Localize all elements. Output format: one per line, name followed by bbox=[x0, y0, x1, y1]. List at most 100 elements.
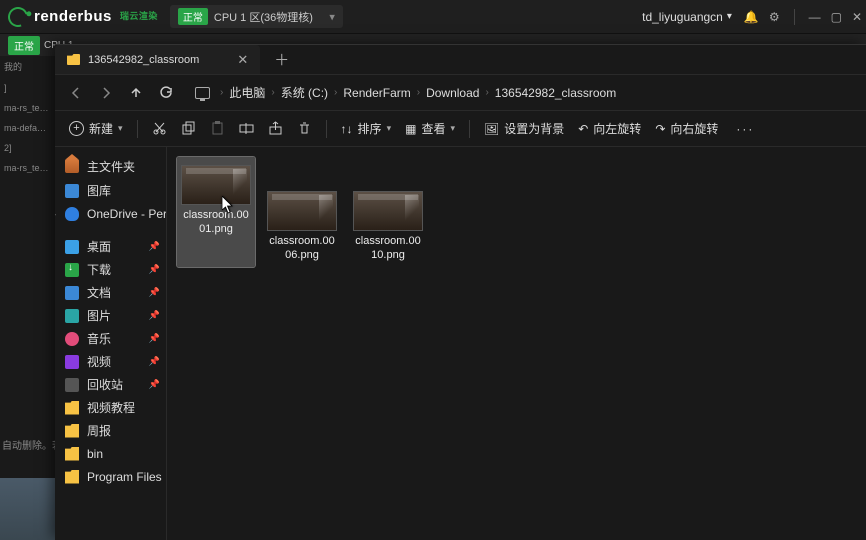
set-background-button[interactable]: 🖼 设置为背景 bbox=[484, 120, 564, 137]
nav-label: 周报 bbox=[87, 422, 111, 439]
nav-downloads[interactable]: 下载 📌 bbox=[55, 258, 166, 281]
chevron-down-icon: ▾ bbox=[450, 123, 455, 134]
breadcrumb-item[interactable]: Download bbox=[426, 86, 479, 100]
view-label: 查看 bbox=[421, 120, 445, 137]
tab-title: 136542982_classroom bbox=[88, 54, 199, 66]
close-tab-button[interactable]: ✕ bbox=[237, 52, 248, 68]
view-icon: ▦ bbox=[405, 122, 416, 136]
sort-icon: ↑↓ bbox=[341, 122, 353, 136]
refresh-button[interactable] bbox=[155, 82, 177, 104]
delete-button[interactable] bbox=[297, 121, 312, 136]
back-button[interactable] bbox=[65, 82, 87, 104]
paste-button[interactable] bbox=[210, 121, 225, 136]
explorer-tab[interactable]: 136542982_classroom ✕ bbox=[55, 45, 260, 74]
nav-folder-4[interactable]: Program Files bbox=[55, 465, 166, 488]
folder-icon bbox=[65, 401, 79, 415]
brand-logo-icon bbox=[5, 3, 32, 30]
file-item[interactable]: classroom.0010.png bbox=[349, 157, 427, 267]
nav-documents[interactable]: 文档📌 bbox=[55, 281, 166, 304]
nav-gallery[interactable]: 图库 bbox=[55, 179, 166, 202]
nav-folder-1[interactable]: 视频教程 bbox=[55, 396, 166, 419]
rb-side-item[interactable]: 2] bbox=[4, 143, 51, 153]
chevron-down-icon: ▾ bbox=[329, 10, 335, 23]
rotate-right-button[interactable]: ↷ 向右旋转 bbox=[655, 120, 718, 137]
cut-button[interactable] bbox=[152, 121, 167, 136]
copy-button[interactable] bbox=[181, 121, 196, 136]
new-label: 新建 bbox=[89, 120, 113, 137]
nav-folder-3[interactable]: bin bbox=[55, 442, 166, 465]
rotate-right-icon: ↷ bbox=[655, 122, 665, 136]
breadcrumb-item[interactable]: 136542982_classroom bbox=[495, 86, 616, 100]
nav-recycle[interactable]: 回收站📌 bbox=[55, 373, 166, 396]
rb-side-item[interactable]: ma-default… bbox=[4, 123, 51, 133]
nav-desktop[interactable]: 桌面📌 bbox=[55, 235, 166, 258]
breadcrumb-item[interactable]: RenderFarm bbox=[343, 86, 410, 100]
nav-label: 视频教程 bbox=[87, 399, 135, 416]
up-button[interactable] bbox=[125, 82, 147, 104]
nav-music[interactable]: 音乐📌 bbox=[55, 327, 166, 350]
file-item[interactable]: classroom.0001.png bbox=[177, 157, 255, 267]
chevron-right-icon: › bbox=[417, 87, 420, 98]
nav-label: 下载 bbox=[87, 261, 111, 278]
explorer-tabstrip: 136542982_classroom ✕ ＋ bbox=[55, 45, 866, 75]
nav-label: OneDrive - Per bbox=[87, 207, 167, 221]
rb-side-item[interactable]: ma-rs_test_… bbox=[4, 103, 51, 113]
nav-folder-2[interactable]: 周报 bbox=[55, 419, 166, 442]
cpu-region-label: CPU 1 区(36物理核) bbox=[214, 9, 313, 25]
nav-videos[interactable]: 视频📌 bbox=[55, 350, 166, 373]
maximize-button[interactable]: ▢ bbox=[831, 10, 842, 24]
bell-icon[interactable]: 🔔 bbox=[744, 10, 759, 24]
pin-icon: 📌 bbox=[149, 333, 160, 344]
username: td_liyuguangcn bbox=[642, 10, 723, 24]
plus-icon: + bbox=[69, 121, 84, 136]
cpu-region-select[interactable]: 正常 CPU 1 区(36物理核) ▾ bbox=[170, 5, 343, 28]
pc-icon bbox=[195, 87, 210, 99]
rb-side-item[interactable]: ] bbox=[4, 83, 51, 93]
forward-button[interactable] bbox=[95, 82, 117, 104]
pin-icon: 📌 bbox=[149, 356, 160, 367]
nav-onedrive[interactable]: ›OneDrive - Per bbox=[55, 202, 166, 225]
rotate-left-button[interactable]: ↶ 向左旋转 bbox=[578, 120, 641, 137]
pin-icon: 📌 bbox=[149, 264, 160, 275]
share-button[interactable] bbox=[268, 121, 283, 136]
close-button[interactable]: ✕ bbox=[852, 10, 862, 24]
gear-icon[interactable]: ⚙ bbox=[769, 10, 780, 24]
folder-icon bbox=[65, 447, 79, 461]
user-menu[interactable]: td_liyuguangcn ▾ bbox=[642, 10, 732, 24]
chevron-right-icon: › bbox=[220, 87, 223, 98]
minimize-button[interactable]: — bbox=[809, 10, 821, 24]
separator bbox=[469, 120, 470, 138]
breadcrumb-item[interactable]: 系统 (C:) bbox=[281, 84, 328, 101]
rb-preview-thumb bbox=[0, 478, 55, 540]
folder-icon bbox=[65, 470, 79, 484]
view-button[interactable]: ▦ 查看 ▾ bbox=[405, 120, 455, 137]
nav-pictures[interactable]: 图片📌 bbox=[55, 304, 166, 327]
separator bbox=[137, 120, 138, 138]
rb-tab-status[interactable]: 正常 bbox=[8, 36, 40, 55]
pin-icon: 📌 bbox=[149, 241, 160, 252]
breadcrumb-item[interactable]: 此电脑 bbox=[229, 84, 265, 101]
picture-icon bbox=[65, 309, 79, 323]
nav-label: Program Files bbox=[87, 470, 162, 484]
rb-side-item[interactable]: ma-rs_test_… bbox=[4, 163, 51, 173]
file-thumbnail bbox=[353, 191, 423, 231]
nav-label: 图库 bbox=[87, 182, 111, 199]
new-tab-button[interactable]: ＋ bbox=[274, 49, 289, 70]
new-button[interactable]: + 新建 ▾ bbox=[69, 120, 123, 137]
more-button[interactable]: ··· bbox=[736, 122, 754, 136]
divider bbox=[794, 9, 795, 25]
desktop-icon bbox=[65, 240, 79, 254]
nav-label: 图片 bbox=[87, 307, 111, 324]
nav-label: 文档 bbox=[87, 284, 111, 301]
chevron-right-icon: › bbox=[485, 87, 488, 98]
file-name: classroom.0010.png bbox=[353, 235, 423, 263]
nav-home[interactable]: 主文件夹 bbox=[55, 153, 166, 179]
document-icon bbox=[65, 286, 79, 300]
file-item[interactable]: classroom.0006.png bbox=[263, 157, 341, 267]
cloud-icon bbox=[65, 207, 79, 221]
rename-button[interactable] bbox=[239, 121, 254, 136]
video-icon bbox=[65, 355, 79, 369]
file-thumbnail bbox=[267, 191, 337, 231]
explorer-content[interactable]: classroom.0001.png classroom.0006.png cl… bbox=[167, 147, 866, 540]
sort-button[interactable]: ↑↓ 排序 ▾ bbox=[341, 120, 392, 137]
